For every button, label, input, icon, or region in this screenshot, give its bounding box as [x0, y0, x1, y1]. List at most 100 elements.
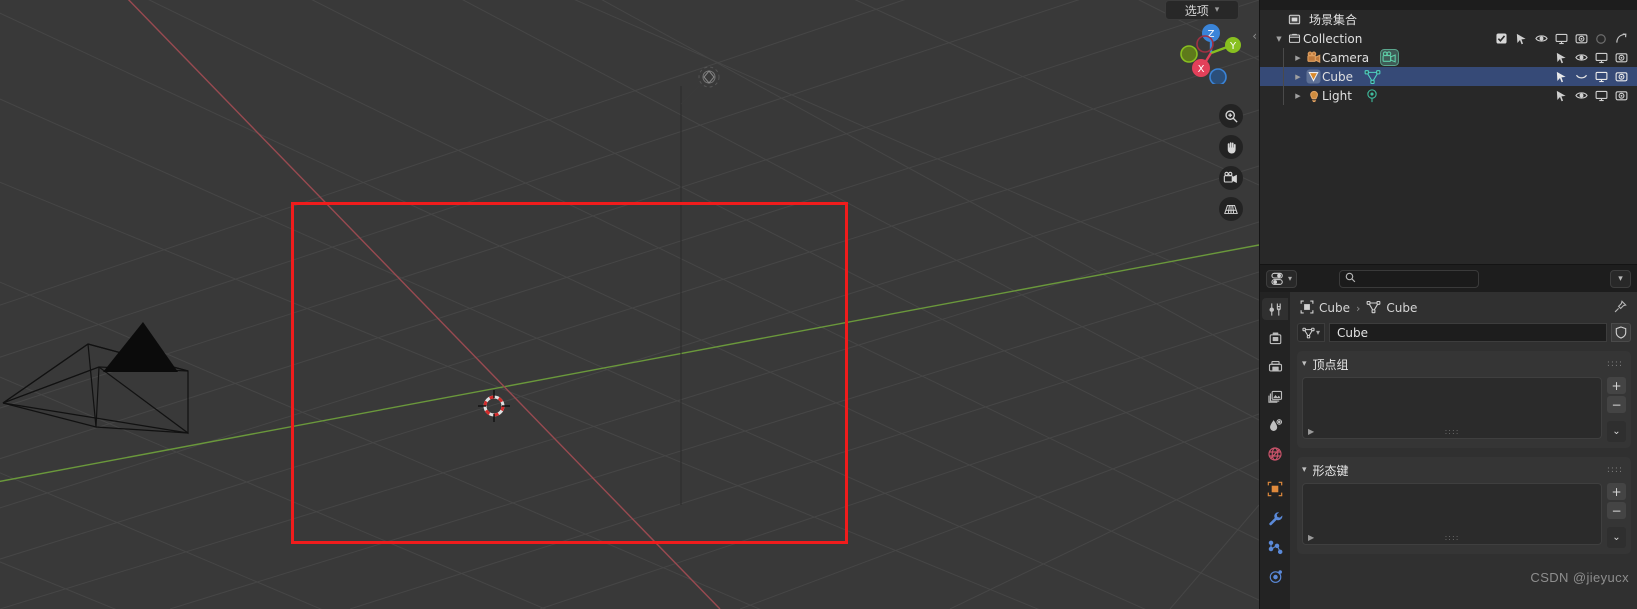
properties-editor[interactable]: ▾ ▾ Cube › Cube ▾ Cube ▾ 顶点组:::: ▶::::…: [1259, 264, 1637, 609]
expand-triangle-icon[interactable]: ▶: [1291, 73, 1305, 81]
checkbox-icon[interactable]: [1491, 29, 1511, 48]
vertex-groups-buttons[interactable]: + − ⌄: [1607, 377, 1626, 442]
camera-icon[interactable]: [1219, 166, 1243, 190]
vertex-groups-list[interactable]: ▶ ::::: [1302, 377, 1602, 439]
tab-scene[interactable]: [1262, 414, 1288, 436]
light-obj-icon: [1305, 89, 1322, 103]
chevron-down-icon: ▾: [1214, 5, 1220, 15]
eye-open-icon[interactable]: [1571, 86, 1591, 105]
selectable-icon[interactable]: [1551, 67, 1571, 86]
tab-world[interactable]: [1262, 443, 1288, 465]
outliner-row-light[interactable]: ▶ Light: [1260, 86, 1637, 105]
expand-triangle-icon[interactable]: ▶: [1291, 92, 1305, 100]
list-resize-grip[interactable]: ::::: [1303, 533, 1601, 542]
tab-render[interactable]: [1262, 327, 1288, 349]
tab-view-layer[interactable]: [1262, 385, 1288, 407]
viewport-tool-stack[interactable]: [1219, 104, 1243, 221]
expand-triangle-icon[interactable]: ▶: [1291, 54, 1305, 62]
breadcrumb-data-name[interactable]: Cube: [1386, 301, 1417, 315]
indirect-only-icon[interactable]: [1611, 29, 1631, 48]
zoom-icon[interactable]: [1219, 104, 1243, 128]
outliner-editor[interactable]: 场景集合 ▼ Collection ▶ Camera ▶ Cube ▶ Ligh…: [1259, 0, 1637, 264]
properties-tab-column[interactable]: [1260, 292, 1290, 609]
hand-icon[interactable]: [1219, 135, 1243, 159]
outliner-restrict-collection[interactable]: [1491, 29, 1631, 48]
expand-triangle-icon[interactable]: ▼: [1272, 35, 1286, 43]
properties-header[interactable]: ▾ ▾: [1260, 265, 1637, 292]
tab-modifiers[interactable]: [1262, 507, 1288, 529]
camera-render-icon[interactable]: [1571, 29, 1591, 48]
camera-render-icon[interactable]: [1611, 67, 1631, 86]
chevron-down-icon[interactable]: ▾: [1302, 359, 1307, 369]
monitor-icon[interactable]: [1591, 67, 1611, 86]
selectable-icon[interactable]: [1551, 86, 1571, 105]
shape-keys-buttons[interactable]: + − ⌄: [1607, 483, 1626, 548]
holdout-icon[interactable]: [1591, 29, 1611, 48]
remove-vertex-group-button[interactable]: −: [1607, 396, 1626, 413]
eye-open-icon[interactable]: [1571, 48, 1591, 67]
outliner-row-cube[interactable]: ▶ Cube: [1260, 67, 1637, 86]
camera-data-icon[interactable]: [1378, 49, 1400, 66]
monitor-icon[interactable]: [1551, 29, 1571, 48]
tab-tool[interactable]: [1262, 298, 1288, 320]
viewport-options-dropdown[interactable]: 选项 ▾: [1165, 0, 1239, 20]
mesh-name-field[interactable]: Cube: [1329, 323, 1607, 342]
shape-keys-panel-header[interactable]: ▾ 形态键 ::::: [1302, 461, 1626, 479]
panel-grip-icon: ::::: [1606, 359, 1623, 369]
breadcrumb-separator: ›: [1355, 301, 1361, 315]
outliner-row-collection[interactable]: ▼ Collection: [1260, 29, 1637, 48]
search-input[interactable]: [1360, 272, 1460, 285]
shape-keys-list[interactable]: ▶ ::::: [1302, 483, 1602, 545]
chevron-down-icon[interactable]: ▾: [1302, 465, 1307, 475]
mesh-data-icon[interactable]: [1362, 69, 1384, 85]
mesh-name-row[interactable]: ▾ Cube: [1297, 323, 1631, 342]
selectable-icon[interactable]: [1511, 29, 1531, 48]
tab-physics[interactable]: [1262, 565, 1288, 587]
tab-output[interactable]: [1262, 356, 1288, 378]
viewport-options-label: 选项: [1184, 3, 1209, 18]
tree-line: [1283, 67, 1284, 86]
grid-icon[interactable]: [1219, 197, 1243, 221]
camera-render-icon[interactable]: [1611, 48, 1631, 67]
eye-closed-icon[interactable]: [1571, 67, 1591, 86]
tab-particles[interactable]: [1262, 536, 1288, 558]
monitor-icon[interactable]: [1591, 48, 1611, 67]
selectable-icon[interactable]: [1551, 48, 1571, 67]
search-input-wrapper[interactable]: [1339, 269, 1479, 288]
breadcrumb-object-name[interactable]: Cube: [1319, 301, 1350, 315]
outliner-header[interactable]: [1260, 0, 1637, 10]
shield-icon[interactable]: [1611, 323, 1631, 342]
navigation-gizmo[interactable]: Z Y X: [1180, 22, 1242, 84]
outliner-row-scene-collection[interactable]: 场景集合: [1260, 10, 1637, 29]
add-shape-key-button[interactable]: +: [1607, 483, 1626, 500]
vertex-groups-panel[interactable]: ▾ 顶点组 :::: ▶ :::: + − ⌄: [1297, 351, 1631, 448]
vertex-groups-panel-header[interactable]: ▾ 顶点组 ::::: [1302, 355, 1626, 373]
outliner-row-camera[interactable]: ▶ Camera: [1260, 48, 1637, 67]
shape-key-specials-button[interactable]: ⌄: [1607, 527, 1626, 548]
camera-render-icon[interactable]: [1611, 86, 1631, 105]
remove-shape-key-button[interactable]: −: [1607, 502, 1626, 519]
sidebar-collapse-arrow-icon[interactable]: ‹: [1252, 30, 1257, 42]
outliner-label-collection: Collection: [1303, 31, 1363, 46]
pin-icon[interactable]: [1613, 299, 1627, 317]
shape-keys-panel[interactable]: ▾ 形态键 :::: ▶ :::: + − ⌄: [1297, 457, 1631, 554]
editor-type-icon[interactable]: ▾: [1266, 269, 1297, 288]
scene-collection-icon: [1286, 13, 1303, 26]
viewport-3d[interactable]: 选项 ▾ ‹ Z Y X: [0, 0, 1259, 609]
light-data-icon[interactable]: [1361, 88, 1383, 104]
list-resize-grip[interactable]: ::::: [1303, 427, 1601, 436]
properties-body: Cube › Cube ▾ Cube ▾ 顶点组:::: ▶:::: + −…: [1290, 292, 1637, 609]
outliner-restrict-cube[interactable]: [1531, 67, 1631, 86]
breadcrumb[interactable]: Cube › Cube: [1297, 297, 1631, 319]
add-vertex-group-button[interactable]: +: [1607, 377, 1626, 394]
mesh-data-picker-button[interactable]: ▾: [1297, 323, 1325, 342]
outliner-restrict-light[interactable]: [1531, 86, 1631, 105]
vertex-group-specials-button[interactable]: ⌄: [1607, 421, 1626, 442]
monitor-icon[interactable]: [1591, 86, 1611, 105]
tab-object[interactable]: [1262, 478, 1288, 500]
outliner-label-cube: Cube: [1322, 69, 1353, 84]
shape-keys-title: 形态键: [1312, 463, 1349, 478]
eye-open-icon[interactable]: [1531, 29, 1551, 48]
properties-options-dropdown[interactable]: ▾: [1610, 269, 1631, 288]
outliner-restrict-camera[interactable]: [1531, 48, 1631, 67]
